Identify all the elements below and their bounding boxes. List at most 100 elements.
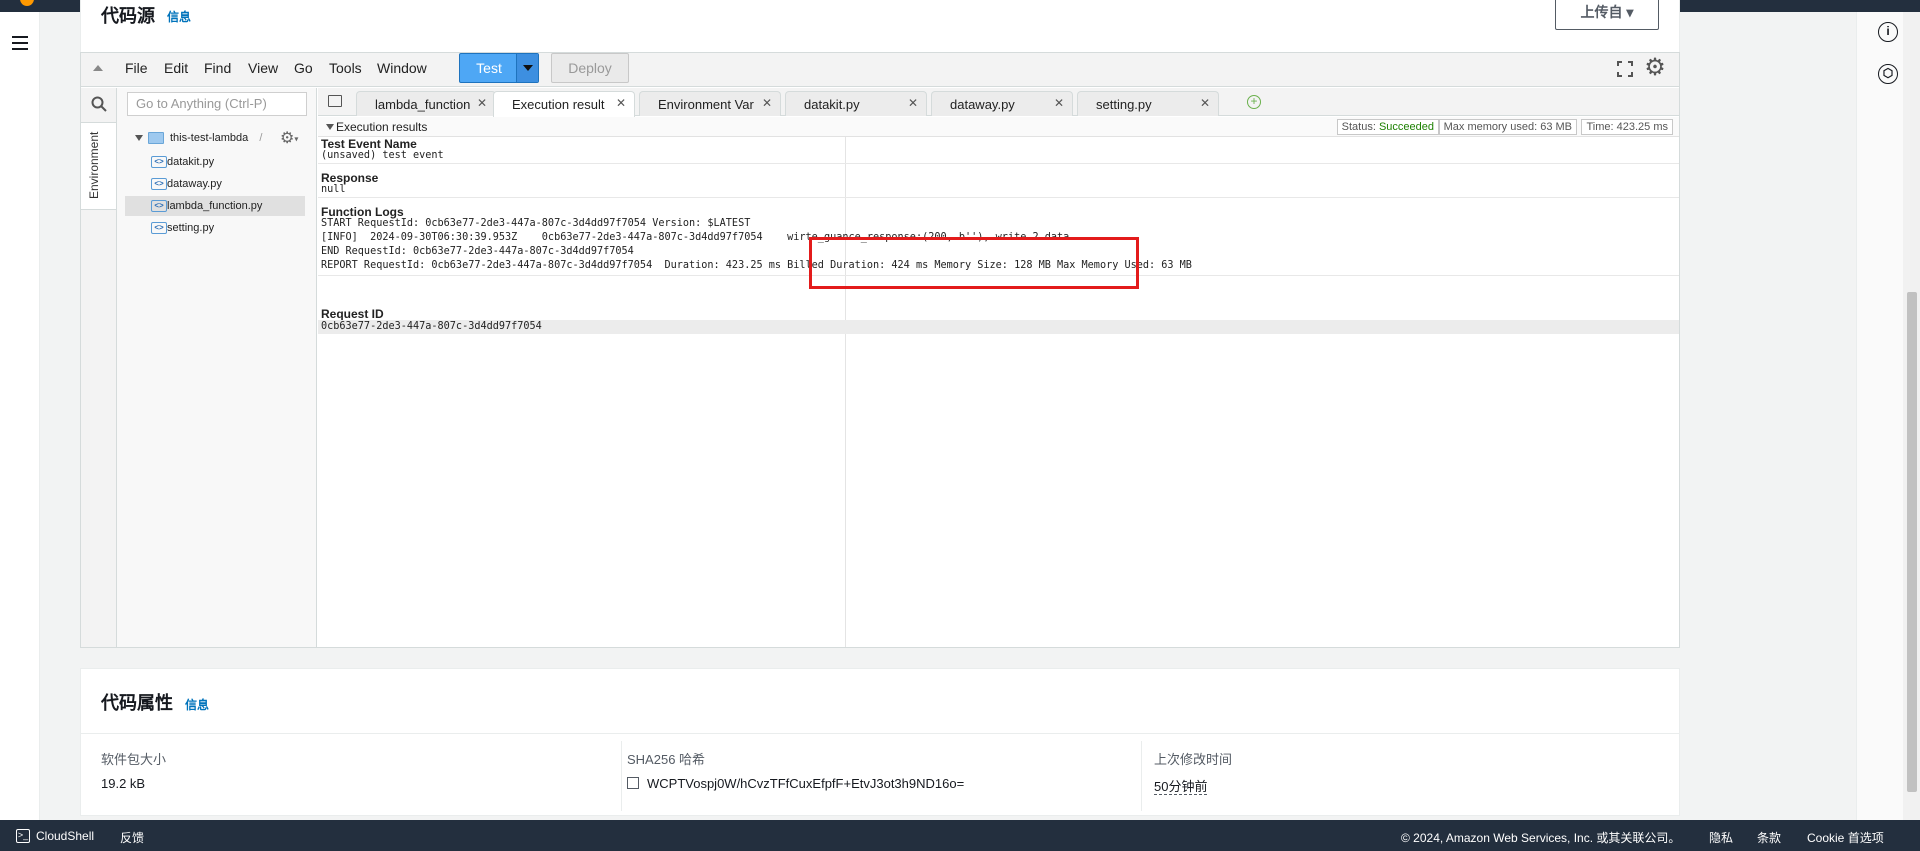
file-datakit[interactable]: <> datakit.py	[125, 152, 305, 172]
close-icon[interactable]: ✕	[616, 96, 626, 110]
response-value: null	[321, 184, 346, 195]
file-setting[interactable]: <> setting.py	[125, 218, 305, 238]
sha256-field: SHA256 哈希 WCPTVospj0W/hCvzTFfCuxEfpfF+Et…	[627, 749, 1147, 809]
menu-tools[interactable]: Tools	[329, 60, 362, 76]
tab-label: dataway.py	[950, 97, 1015, 112]
add-tab-icon[interactable]: +	[1247, 95, 1261, 109]
preferences-gear-icon[interactable]: ⚙	[1643, 56, 1667, 80]
code-source-info-link[interactable]: 信息	[167, 8, 191, 25]
tab-environment-vars[interactable]: Environment Var ✕	[639, 91, 781, 116]
python-file-icon: <>	[151, 178, 167, 190]
request-id-title: Request ID	[321, 307, 384, 321]
log-line: START RequestId: 0cb63e77-2de3-447a-807c…	[321, 218, 751, 229]
menu-file[interactable]: File	[125, 60, 148, 76]
tab-lambda-function[interactable]: lambda_function ✕	[356, 91, 496, 116]
annotation-highlight-box	[809, 237, 1139, 289]
menu-view[interactable]: View	[248, 60, 278, 76]
page-scrollbar[interactable]	[1903, 12, 1920, 820]
sha256-label: SHA256 哈希	[627, 752, 706, 767]
menu-edit[interactable]: Edit	[164, 60, 188, 76]
tab-label: Environment Var	[658, 97, 754, 112]
code-source-header: 代码源 信息 上传自 ▾	[80, 0, 1680, 52]
close-icon[interactable]: ✕	[477, 96, 487, 110]
goto-anything-input[interactable]: Go to Anything (Ctrl-P)	[127, 92, 307, 116]
request-id-value[interactable]: 0cb63e77-2de3-447a-807c-3d4dd97f7054	[321, 321, 542, 332]
execution-results-header: Execution results Status: Succeeded Max …	[318, 117, 1679, 137]
test-button[interactable]: Test	[459, 53, 539, 83]
tab-label: setting.py	[1096, 97, 1152, 112]
response-title: Response	[321, 171, 379, 185]
close-icon[interactable]: ✕	[762, 96, 772, 110]
tab-dataway[interactable]: dataway.py ✕	[931, 91, 1073, 116]
aws-logo-icon[interactable]	[20, 0, 34, 6]
code-properties-info-link[interactable]: 信息	[185, 696, 209, 713]
code-properties-title: 代码属性	[101, 693, 173, 713]
environment-tab[interactable]: Environment	[81, 122, 116, 210]
hexagon-settings-icon[interactable]: ⬡	[1878, 64, 1898, 84]
deploy-button[interactable]: Deploy	[551, 53, 629, 83]
right-rail: i ⬡	[1856, 12, 1920, 820]
environment-rail: Environment	[81, 88, 117, 647]
menu-window[interactable]: Window	[377, 60, 427, 76]
max-memory-badge: Max memory used: 63 MB	[1438, 119, 1577, 135]
menu-go[interactable]: Go	[294, 60, 313, 76]
collapse-arrow-icon[interactable]	[93, 65, 103, 71]
terms-link[interactable]: 条款	[1757, 829, 1781, 846]
expand-triangle-icon[interactable]	[135, 135, 143, 142]
upload-from-button[interactable]: 上传自 ▾	[1555, 0, 1659, 30]
menu-find[interactable]: Find	[204, 60, 231, 76]
test-event-name-value: (unsaved) test event	[321, 150, 444, 161]
tree-root-folder[interactable]: this-test-lambda /	[135, 132, 262, 145]
environment-tab-label: Environment	[87, 131, 101, 199]
cloudshell-link[interactable]: CloudShell	[36, 829, 94, 843]
copy-icon[interactable]	[627, 777, 639, 789]
tab-setting[interactable]: setting.py ✕	[1077, 91, 1219, 116]
status-value: Succeeded	[1378, 121, 1434, 133]
tab-list-icon[interactable]	[328, 95, 342, 107]
tab-label: datakit.py	[804, 97, 860, 112]
status-badge: Status: Succeeded	[1336, 119, 1439, 135]
file-tree: Go to Anything (Ctrl-P) this-test-lambda…	[117, 88, 317, 647]
last-modified-value[interactable]: 50分钟前	[1154, 779, 1208, 795]
tab-label: Execution result	[512, 97, 605, 112]
close-icon[interactable]: ✕	[908, 96, 918, 110]
tab-execution-result[interactable]: Execution result ✕	[493, 91, 635, 117]
tree-settings-gear-icon[interactable]: ⚙▾	[280, 128, 298, 148]
test-button-label: Test	[476, 60, 502, 76]
privacy-link[interactable]: 隐私	[1709, 829, 1733, 846]
log-line: END RequestId: 0cb63e77-2de3-447a-807c-3…	[321, 246, 634, 257]
tab-datakit[interactable]: datakit.py ✕	[785, 91, 927, 116]
close-icon[interactable]: ✕	[1200, 96, 1210, 110]
divider	[318, 163, 1679, 164]
cookie-preferences-link[interactable]: Cookie 首选项	[1807, 829, 1884, 846]
python-file-icon: <>	[151, 222, 167, 234]
file-dataway[interactable]: <> dataway.py	[125, 174, 305, 194]
info-panel-icon[interactable]: i	[1878, 22, 1898, 42]
fullscreen-icon[interactable]	[1617, 61, 1633, 77]
scrollbar-thumb[interactable]	[1907, 292, 1917, 792]
cloudshell-icon[interactable]: >_	[16, 829, 30, 843]
tree-root-label: this-test-lambda	[170, 132, 249, 144]
test-dropdown-icon[interactable]	[516, 54, 538, 82]
function-logs-title: Function Logs	[321, 205, 404, 219]
status-label: Status:	[1341, 121, 1376, 133]
hamburger-menu-icon[interactable]	[12, 36, 28, 50]
file-label: datakit.py	[167, 156, 215, 168]
collapse-triangle-icon[interactable]	[326, 124, 334, 130]
cloud9-ide: File Edit Find View Go Tools Window Test…	[80, 52, 1680, 648]
editor-tab-bar: lambda_function ✕ Execution result ✕ Envir…	[318, 88, 1679, 117]
time-badge: Time: 423.25 ms	[1581, 119, 1673, 135]
code-source-title: 代码源	[101, 6, 155, 26]
feedback-link[interactable]: 反馈	[120, 829, 144, 846]
execution-results-label: Execution results	[336, 120, 428, 134]
code-properties-card: 代码属性 信息 软件包大小 19.2 kB SHA256 哈希 WCPTVosp…	[80, 668, 1680, 816]
file-label: dataway.py	[167, 178, 222, 190]
file-lambda-function[interactable]: <> lambda_function.py	[125, 196, 305, 216]
ide-menu-bar: File Edit Find View Go Tools Window Test…	[81, 53, 1679, 87]
close-icon[interactable]: ✕	[1054, 96, 1064, 110]
search-icon[interactable]	[91, 96, 107, 112]
divider	[81, 733, 1679, 734]
last-modified-field: 上次修改时间 50分钟前	[1154, 749, 1674, 809]
last-modified-label: 上次修改时间	[1154, 752, 1233, 767]
execution-results-body: Test Event Name (unsaved) test event Res…	[318, 137, 1679, 647]
